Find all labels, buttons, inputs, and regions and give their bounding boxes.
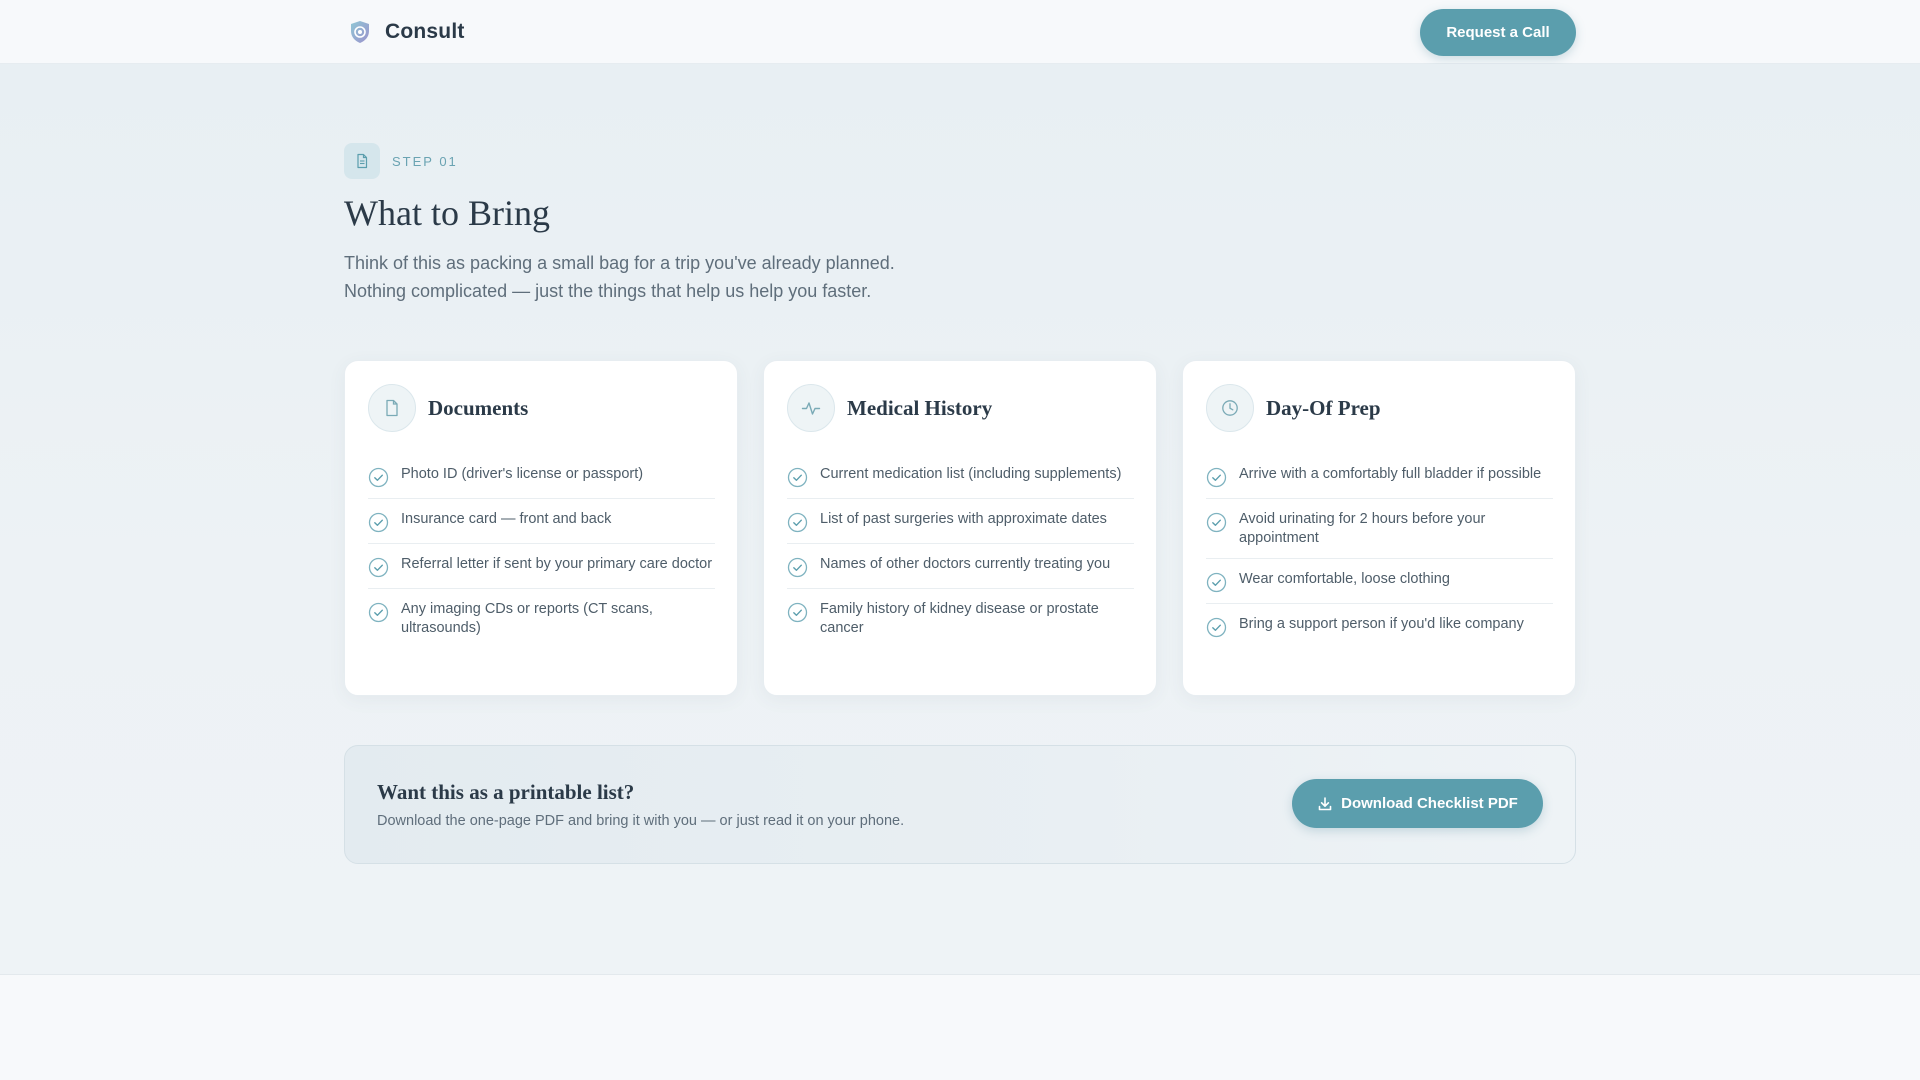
top-navigation-bar: Consult Request a Call [0,0,1920,64]
checklist-item: Current medication list (including suppl… [787,454,1134,499]
check-circle-icon [368,557,389,578]
checklist-item-text: Photo ID (driver's license or passport) [401,466,644,482]
brand-name: Consult [385,20,465,43]
day-of-prep-card: Day-Of Prep Arrive with a comfortably fu… [1182,360,1576,696]
intro-line: Think of this as packing a small bag for… [344,253,895,273]
checklist-item-text: Names of other doctors currently treatin… [820,556,1111,572]
check-circle-icon [368,467,389,488]
check-circle-icon [1206,617,1227,638]
card-header: Day-Of Prep [1206,384,1381,432]
request-call-button[interactable]: Request a Call [1420,9,1576,56]
checklist-item: List of past surgeries with approximate … [787,499,1134,544]
checklist-item: Avoid urinating for 2 hours before your … [1206,499,1553,559]
brand[interactable]: Consult [347,18,465,46]
checklist-item-text: Current medication list (including suppl… [820,466,1122,482]
checklist: Photo ID (driver's license or passport) … [368,454,715,648]
document-icon [344,143,380,179]
intro-text: Think of this as packing a small bag for… [344,249,1044,305]
checklist-item-text: Wear comfortable, loose clothing [1239,571,1450,587]
step-indicator: STEP 01 [344,143,458,179]
check-circle-icon [368,512,389,533]
banner-title: Want this as a printable list? [377,780,635,804]
check-circle-icon [787,467,808,488]
checklist-item-text: Avoid urinating for 2 hours before your … [1239,511,1486,546]
download-icon [1318,796,1332,810]
checklist-item-text: Insurance card — front and back [401,511,612,527]
check-circle-icon [1206,467,1227,488]
checklist-item-text: Referral letter if sent by your primary … [401,556,713,572]
clock-icon [1206,384,1254,432]
checklist: Current medication list (including suppl… [787,454,1134,648]
check-circle-icon [1206,572,1227,593]
checklist-item: Names of other doctors currently treatin… [787,544,1134,589]
checklist-item-text: List of past surgeries with approximate … [820,511,1107,527]
checklist-item: Insurance card — front and back [368,499,715,544]
checklist-item-text: Bring a support person if you'd like com… [1239,616,1524,632]
checklist-item: Family history of kidney disease or pros… [787,589,1134,648]
check-circle-icon [787,512,808,533]
download-checklist-button[interactable]: Download Checklist PDF [1292,779,1543,828]
check-circle-icon [368,602,389,623]
card-title: Day-Of Prep [1266,395,1381,420]
pulse-icon [787,384,835,432]
check-circle-icon [787,557,808,578]
page-title: What to Bring [344,193,550,233]
shield-logo-icon [351,21,369,43]
file-icon [368,384,416,432]
checklist-item: Any imaging CDs or reports (CT scans, ul… [368,589,715,648]
checklist-item-text: Arrive with a comfortably full bladder i… [1239,466,1542,482]
step-label: STEP 01 [392,153,458,169]
card-title: Documents [428,395,529,420]
card-title: Medical History [847,395,993,420]
banner-subtitle: Download the one-page PDF and bring it w… [377,813,905,829]
main-content: STEP 01 What to Bring Think of this as p… [0,64,1920,975]
check-circle-icon [787,602,808,623]
documents-card: Documents Photo ID (driver's license or … [344,360,738,696]
checklist-item-text: Any imaging CDs or reports (CT scans, ul… [401,601,653,636]
card-header: Documents [368,384,528,432]
checklist-item: Photo ID (driver's license or passport) [368,454,715,499]
check-circle-icon [1206,512,1227,533]
download-button-label: Download Checklist PDF [1341,795,1518,812]
intro-line: Nothing complicated — just the things th… [344,281,872,301]
checklist-item: Referral letter if sent by your primary … [368,544,715,589]
card-header: Medical History [787,384,992,432]
checklist-item: Wear comfortable, loose clothing [1206,559,1553,604]
checklist-item: Arrive with a comfortably full bladder i… [1206,454,1553,499]
checklist-item-text: Family history of kidney disease or pros… [820,601,1099,636]
printable-list-banner: Want this as a printable list? Download … [344,745,1576,864]
medical-history-card: Medical History Current medication list … [763,360,1157,696]
checklist: Arrive with a comfortably full bladder i… [1206,454,1553,648]
checklist-item: Bring a support person if you'd like com… [1206,604,1553,648]
